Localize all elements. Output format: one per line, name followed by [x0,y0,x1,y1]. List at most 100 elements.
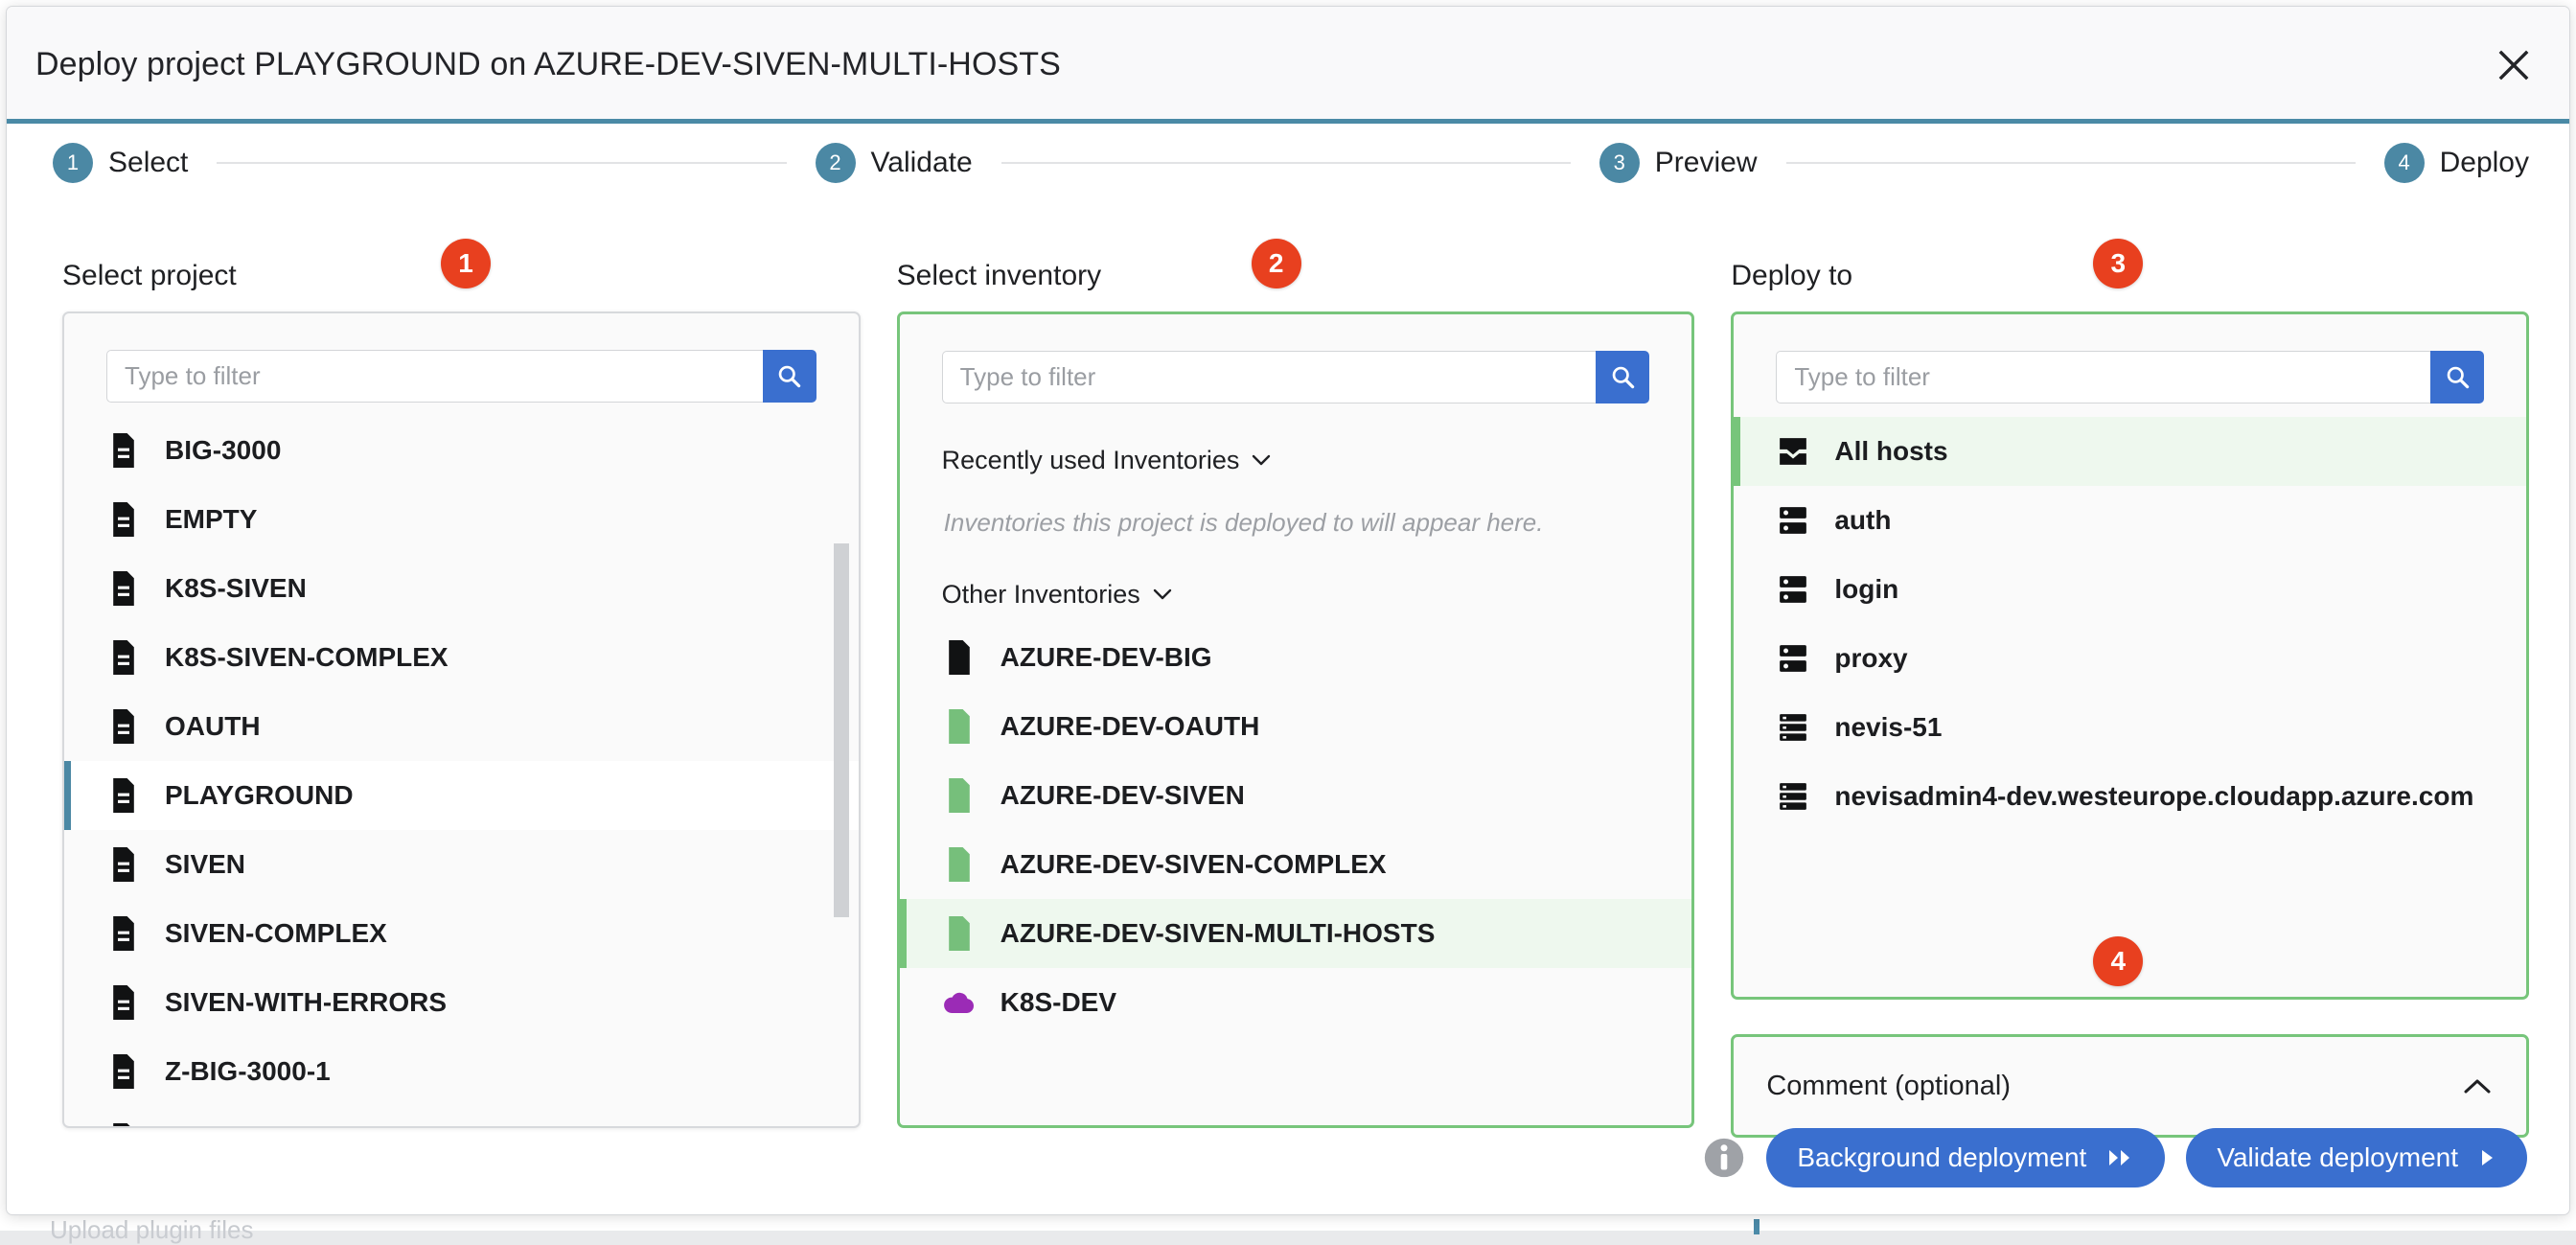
background-deployment-button[interactable]: Background deployment [1766,1128,2166,1187]
list-item-label: login [1834,574,1899,604]
step-deploy[interactable]: 4 Deploy [2383,143,2529,183]
step-label-3: Preview [1654,147,1758,178]
list-item[interactable]: SIVEN-WITH-ERRORS [64,968,859,1037]
list-item[interactable]: SIVEN-COMPLEX [64,899,859,968]
column-select-project: Select project 1 Type to filter BIG-3000… [62,239,861,1214]
chevron-up-icon[interactable] [2463,1077,2492,1095]
hosts-filter-row [1776,351,2485,403]
inventory-filter-row [941,351,1650,403]
list-item-label: BIG-3000 [165,435,282,465]
server-stack-icon [1777,709,1809,746]
list-item-label: SIVEN-COMPLEX [165,918,387,948]
dialog-title: Deploy project PLAYGROUND on AZURE-DEV-S… [35,46,1061,82]
step-connector-3 [1785,162,2356,164]
list-item[interactable]: EMPTY [64,485,859,554]
background-deployment-label: Background deployment [1797,1142,2087,1172]
hosts-search-button[interactable] [2430,351,2485,403]
step-label-2: Validate [870,147,973,178]
project-list: BIG-3000 EMPTY K8S-SIVEN K8S-SIVEN-COMPL… [64,416,859,1126]
project-list-scrollbar[interactable] [833,427,854,1076]
project-search-button[interactable] [762,350,816,403]
hosts-filter-input[interactable] [1776,351,2431,403]
marker-1: 1 [441,239,491,288]
document-icon [943,915,976,952]
list-item[interactable]: AZURE-DEV-OAUTH [900,692,1692,761]
step-badge-2: 2 [815,143,856,183]
list-item-label: AZURE-DEV-SIVEN-COMPLEX [1000,849,1387,879]
list-item-label: nevis-51 [1834,712,1943,742]
document-icon [107,915,140,952]
project-filter-row [106,350,816,403]
chevron-down-icon [1153,588,1171,600]
list-item-label: AZURE-DEV-SIVEN-MULTI-HOSTS [1000,918,1436,948]
selection-columns: Select project 1 Type to filter BIG-3000… [7,202,2569,1214]
list-item[interactable]: Z-BIG-3000-1 [64,1037,859,1106]
list-item-label: EMPTY [165,504,258,534]
step-badge-1: 1 [53,143,93,183]
list-item-label: K8S-SIVEN-COMPLEX [165,642,448,672]
list-item[interactable]: auth [1734,486,2526,555]
all-hosts-icon [1777,433,1809,470]
list-item[interactable]: nevis-51 [1734,693,2526,762]
list-item-selected[interactable]: AZURE-DEV-SIVEN-MULTI-HOSTS [899,899,1692,968]
list-item[interactable]: BIG-3000 [64,416,859,485]
list-item[interactable]: K8S-SIVEN [64,554,859,623]
inventory-panel: Recently used Inventories Inventories th… [896,311,1695,1128]
list-item-label: nevisadmin4-dev.westeurope.cloudapp.azur… [1834,781,2474,811]
server-icon [1777,502,1809,539]
list-item[interactable]: AZURE-DEV-BIG [900,623,1692,692]
list-item[interactable]: proxy [1734,624,2526,693]
recently-used-empty-text: Inventories this project is deployed to … [943,508,1544,537]
list-item[interactable]: OAUTH [64,692,859,761]
dialog-footer: Background deployment Validate deploymen… [1703,1128,2527,1187]
document-icon [107,570,140,607]
document-icon [943,639,976,676]
list-item[interactable]: Z-BIG-3000-10 [64,1106,859,1126]
inventory-search-button[interactable] [1596,351,1650,403]
step-label-4: Deploy [2439,147,2529,178]
document-icon [107,639,140,676]
document-icon [943,777,976,814]
server-stack-icon [1777,778,1809,815]
list-item[interactable]: AZURE-DEV-SIVEN [900,761,1692,830]
validate-deployment-label: Validate deployment [2217,1142,2458,1172]
other-inventories-group[interactable]: Other Inventories [942,580,1692,610]
double-chevron-right-icon [2109,1150,2130,1165]
search-icon [2447,366,2469,389]
document-icon [943,846,976,883]
step-badge-4: 4 [2383,143,2425,183]
list-item[interactable]: login [1734,555,2526,624]
list-item[interactable]: K8S-DEV [900,968,1692,1037]
step-preview[interactable]: 3 Preview [1598,143,1758,183]
step-validate[interactable]: 2 Validate [815,143,973,183]
list-item[interactable]: nevisadmin4-dev.westeurope.cloudapp.azur… [1734,762,2526,831]
marker-3: 3 [2093,239,2144,288]
comment-section[interactable]: Comment (optional) [1731,1034,2530,1138]
recently-used-inventories-group[interactable]: Recently used Inventories [942,446,1692,475]
list-item-selected[interactable]: All hosts [1734,417,2527,486]
validate-deployment-button[interactable]: Validate deployment [2186,1128,2527,1187]
close-button[interactable] [2487,38,2541,92]
list-item[interactable]: AZURE-DEV-SIVEN-COMPLEX [900,830,1692,899]
list-item-label: SIVEN-WITH-ERRORS [165,987,447,1017]
list-item[interactable]: K8S-SIVEN-COMPLEX [64,623,859,692]
list-item-label: All hosts [1834,436,1948,466]
marker-4: 4 [2093,936,2144,986]
list-item-selected[interactable]: PLAYGROUND [64,761,859,830]
list-item[interactable]: SIVEN [64,830,859,899]
project-list-scroll-thumb[interactable] [833,543,849,917]
list-item-label: auth [1834,505,1892,535]
project-filter-input[interactable] [106,350,763,403]
search-icon [778,365,801,388]
inventory-filter-input[interactable] [941,351,1597,403]
server-icon [1777,640,1809,677]
wizard-stepper: 1 Select 2 Validate 3 Preview 4 Deploy [7,124,2569,202]
document-icon [107,846,140,883]
hosts-panel: All hosts auth [1731,311,2530,1000]
list-item-label: AZURE-DEV-OAUTH [1000,711,1260,741]
search-icon [1612,366,1635,389]
document-icon [107,501,140,538]
step-select[interactable]: 1 Select [53,143,188,183]
deploy-dialog: Deploy project PLAYGROUND on AZURE-DEV-S… [6,6,2570,1215]
info-icon[interactable] [1703,1137,1745,1179]
